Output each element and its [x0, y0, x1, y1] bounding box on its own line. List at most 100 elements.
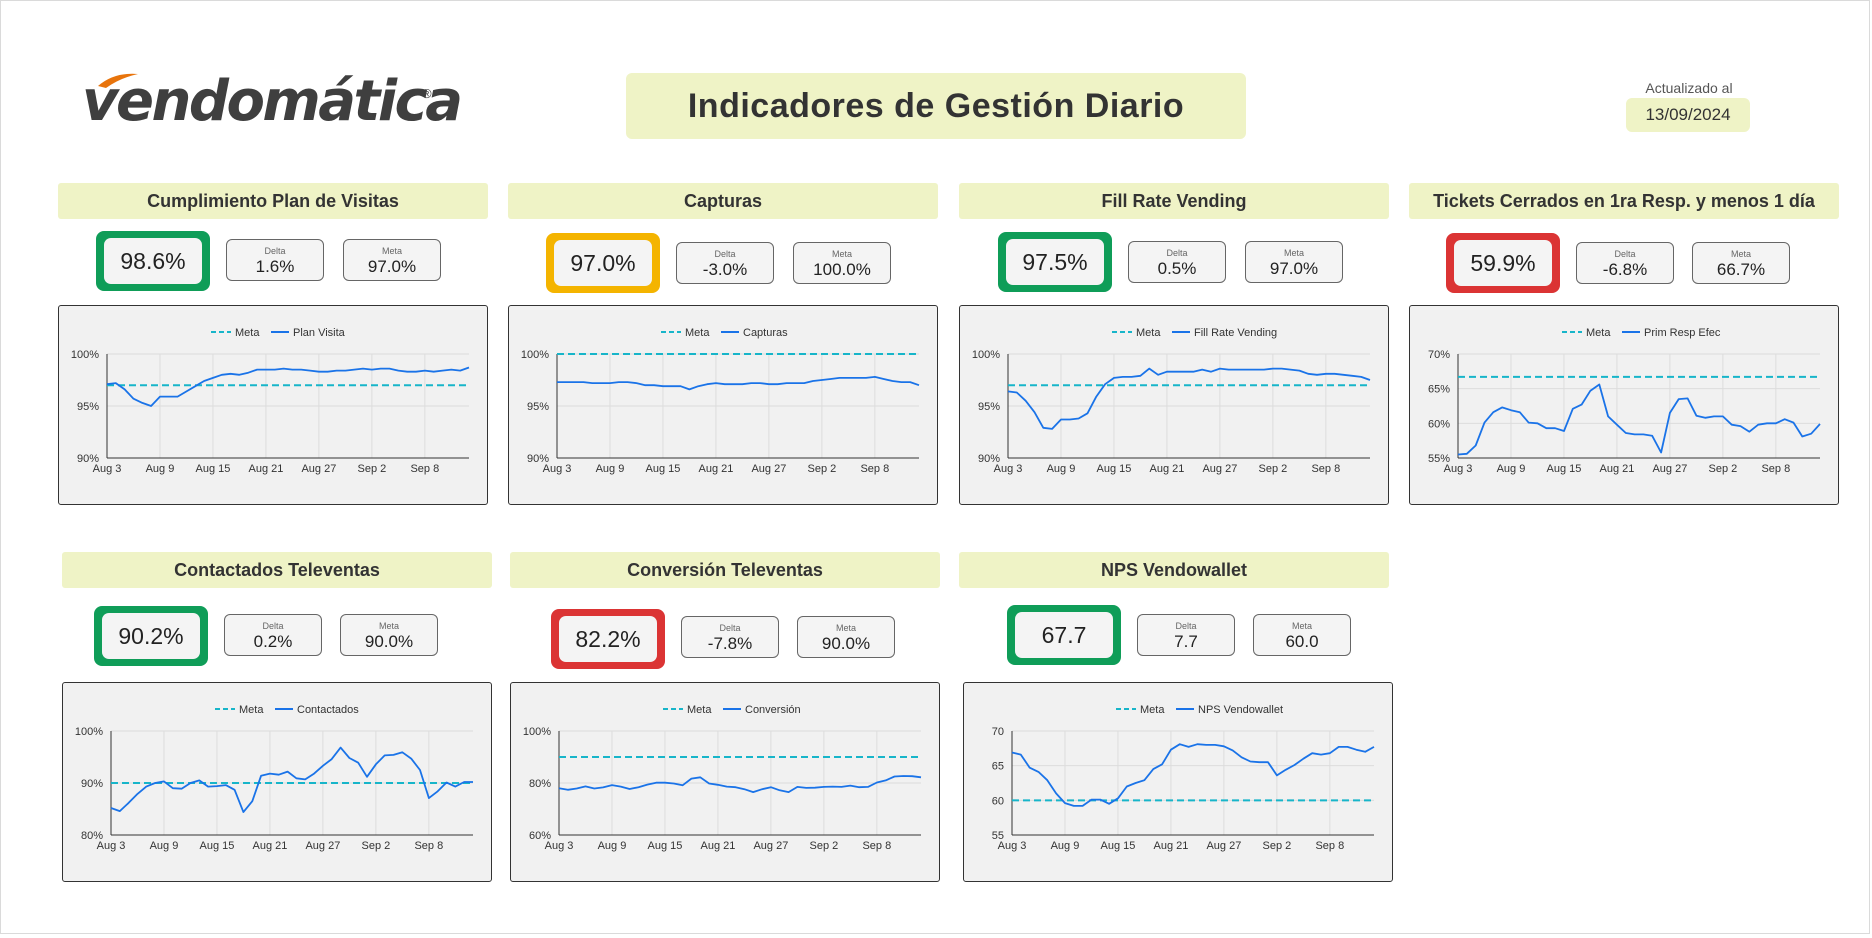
- chart-legend: Meta Capturas: [661, 327, 788, 339]
- legend-meta-label: Meta: [239, 704, 264, 716]
- delta-box: Delta 1.6%: [226, 239, 324, 281]
- x-tick-label: Aug 15: [1097, 463, 1132, 475]
- page-title-box: Indicadores de Gestión Diario: [626, 73, 1246, 139]
- kpi-value-box: 90.2%: [94, 606, 208, 666]
- line-chart: Meta Prim Resp Efec 55% 60% 65% 70% Aug 3 Aug 9…: [1409, 305, 1839, 505]
- x-tick-label: Sep 2: [810, 840, 839, 852]
- delta-label: Delta: [1166, 248, 1188, 258]
- chart-svg: Meta Prim Resp Efec55%60%65%70%Aug 3 Aug 9…: [1428, 327, 1821, 475]
- series-line: [1007, 367, 1371, 430]
- x-tick-label: Sep 8: [860, 463, 889, 475]
- kpi-value-box: 98.6%: [96, 231, 210, 291]
- chart-legend: Meta NPS Vendowallet: [1116, 704, 1283, 716]
- series-line: [557, 376, 920, 391]
- legend-meta-label: Meta: [687, 704, 712, 716]
- panel-nps-vendowallet: NPS Vendowallet 67.7 Delta 7.7 Meta 60.0…: [959, 552, 1393, 882]
- kpi-value: 82.2%: [559, 616, 657, 662]
- x-tick-label: Aug 15: [1547, 463, 1582, 475]
- x-tick-label: Aug 21: [698, 463, 733, 475]
- meta-value: 100.0%: [813, 260, 871, 279]
- meta-label: Meta: [831, 249, 852, 259]
- legend-series-label: Fill Rate Vending: [1194, 327, 1277, 339]
- meta-value: 97.0%: [1269, 259, 1319, 278]
- x-tick-label: Aug 27: [1202, 463, 1237, 475]
- x-tick-label: Aug 21: [248, 463, 283, 475]
- meta-value: 97.0%: [367, 257, 417, 276]
- line-chart: Meta Contactados 80% 90% 100% Aug 3 Aug 9 Aug 1…: [62, 682, 492, 882]
- delta-value: 0.5%: [1157, 259, 1197, 278]
- y-tick-label: 95%: [978, 401, 1000, 413]
- delta-label: Delta: [714, 249, 736, 259]
- delta-value: 0.2%: [253, 632, 293, 651]
- meta-label: Meta: [381, 246, 402, 256]
- chart-svg: Meta Capturas90%95%100%Aug 3 Aug 9 Aug 15 Au…: [521, 327, 920, 475]
- panel-tickets-cerrados: Tickets Cerrados en 1ra Resp. y menos 1 …: [1409, 183, 1839, 505]
- series-line: [110, 746, 473, 814]
- legend-meta-label: Meta: [1140, 704, 1165, 716]
- x-tick-label: Aug 15: [648, 840, 683, 852]
- meta-box: Meta 97.0%: [1245, 241, 1343, 283]
- logo-registered-mark: ®: [422, 86, 432, 101]
- kpi-value-box: 82.2%: [551, 609, 665, 669]
- x-tick-label: Aug 27: [751, 463, 786, 475]
- kpi-value: 90.2%: [102, 613, 200, 659]
- meta-box: Meta 97.0%: [343, 239, 441, 281]
- x-tick-label: Aug 27: [301, 463, 336, 475]
- y-tick-label: 95%: [77, 401, 99, 413]
- line-chart: Meta Capturas 90% 95% 100% Aug 3 Aug 9 Aug 15 Au…: [508, 305, 938, 505]
- line-chart: Meta Plan Visita 90% 95% 100% Aug 3 Aug 9 Aug 1…: [58, 305, 488, 505]
- delta-value: 7.7: [1174, 632, 1198, 651]
- x-tick-label: Aug 9: [150, 840, 179, 852]
- legend-series-label: Conversión: [745, 704, 801, 716]
- vendomatica-logo: vendomática ®: [82, 66, 463, 138]
- legend-series-label: Contactados: [297, 704, 359, 716]
- legend-series-label: NPS Vendowallet: [1198, 704, 1283, 716]
- kpi-value: 97.5%: [1006, 239, 1104, 285]
- x-tick-label: Aug 27: [305, 840, 340, 852]
- delta-label: Delta: [262, 621, 284, 631]
- x-tick-label: Aug 21: [1153, 840, 1188, 852]
- x-tick-label: Aug 9: [596, 463, 625, 475]
- y-tick-label: 100%: [523, 726, 551, 738]
- panel-title: NPS Vendowallet: [959, 552, 1389, 588]
- x-tick-label: Aug 9: [598, 840, 627, 852]
- legend-meta-label: Meta: [1586, 327, 1611, 339]
- x-tick-label: Aug 21: [700, 840, 735, 852]
- x-tick-label: Aug 21: [1599, 463, 1634, 475]
- delta-box: Delta -6.8%: [1576, 242, 1674, 284]
- y-tick-label: 100%: [521, 349, 549, 361]
- y-tick-label: 95%: [527, 401, 549, 413]
- line-chart: Meta Conversión 60% 80% 100% Aug 3 Aug 9 Aug 15…: [510, 682, 940, 882]
- meta-value: 60.0: [1285, 632, 1319, 651]
- panel-capturas: Capturas 97.0% Delta -3.0% Meta 100.0% M…: [508, 183, 938, 505]
- kpi-value-box: 97.5%: [998, 232, 1112, 292]
- legend-series-label: Prim Resp Efec: [1644, 327, 1721, 339]
- meta-label: Meta: [1730, 249, 1751, 259]
- meta-value: 66.7%: [1716, 260, 1766, 279]
- chart-svg: Meta Fill Rate Vending90%95%100%Aug 3 Aug …: [972, 327, 1371, 475]
- meta-value: 90.0%: [821, 634, 871, 653]
- x-tick-label: Aug 3: [1444, 463, 1473, 475]
- x-tick-label: Sep 2: [1709, 463, 1738, 475]
- kpi-value: 67.7: [1015, 612, 1113, 658]
- x-tick-label: Aug 3: [97, 840, 126, 852]
- delta-box: Delta -3.0%: [676, 242, 774, 284]
- delta-box: Delta 7.7: [1137, 614, 1235, 656]
- x-tick-label: Sep 8: [410, 463, 439, 475]
- meta-label: Meta: [1291, 621, 1312, 631]
- chart-legend: Meta Conversión: [663, 704, 801, 716]
- x-tick-label: Aug 27: [1652, 463, 1687, 475]
- x-tick-label: Aug 15: [646, 463, 681, 475]
- y-tick-label: 100%: [972, 349, 1000, 361]
- chart-legend: Meta Plan Visita: [211, 327, 346, 339]
- x-tick-label: Sep 8: [1311, 463, 1340, 475]
- panel-title: Cumplimiento Plan de Visitas: [58, 183, 488, 219]
- logo-wordmark: vendomática: [82, 69, 463, 134]
- x-tick-label: Aug 9: [146, 463, 175, 475]
- page-title: Indicadores de Gestión Diario: [687, 86, 1185, 125]
- meta-value: 90.0%: [364, 632, 414, 651]
- x-tick-label: Aug 3: [545, 840, 574, 852]
- panel-title: Conversión Televentas: [510, 552, 940, 588]
- delta-box: Delta -7.8%: [681, 616, 779, 658]
- panel-title: Tickets Cerrados en 1ra Resp. y menos 1 …: [1409, 183, 1839, 219]
